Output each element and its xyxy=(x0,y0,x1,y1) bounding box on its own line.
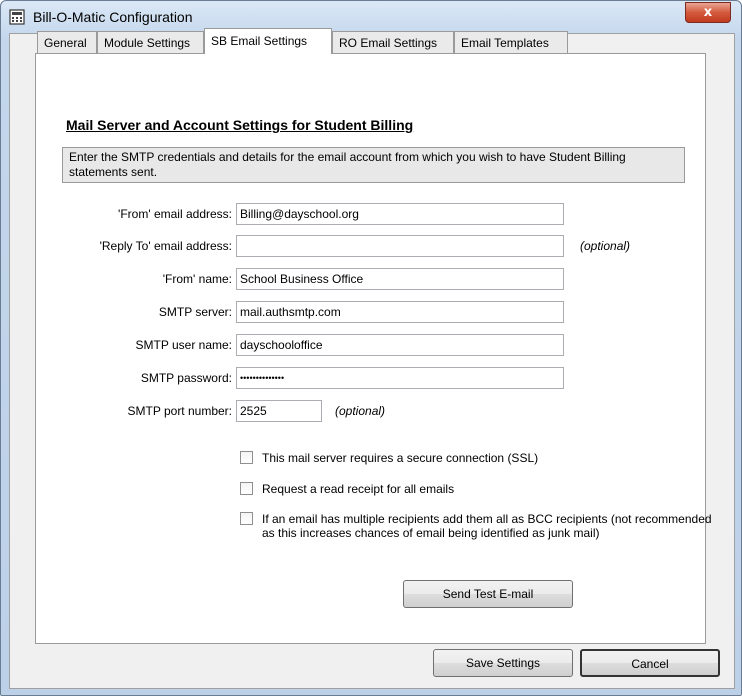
ssl-checkbox[interactable] xyxy=(240,451,253,464)
tab-module-settings[interactable]: Module Settings xyxy=(97,31,204,53)
reply-to-optional-note: (optional) xyxy=(580,239,631,253)
reply-to-label: 'Reply To' email address: xyxy=(99,239,232,253)
tab-sb-email-settings[interactable]: SB Email Settings xyxy=(204,28,332,54)
read-receipt-checkbox-label[interactable]: Request a read receipt for all emails xyxy=(262,482,454,496)
close-button[interactable]: x xyxy=(685,2,731,23)
close-icon: x xyxy=(703,5,713,20)
reply-to-field[interactable] xyxy=(236,235,564,257)
read-receipt-checkbox[interactable] xyxy=(240,482,253,495)
from-name-label: 'From' name: xyxy=(162,272,232,286)
from-email-label: 'From' email address: xyxy=(118,207,232,221)
bcc-checkbox-label[interactable]: If an email has multiple recipients add … xyxy=(262,512,712,540)
smtp-port-optional-note: (optional) xyxy=(335,404,386,418)
smtp-server-label: SMTP server: xyxy=(158,305,232,319)
tab-general[interactable]: General xyxy=(37,31,97,53)
smtp-port-label: SMTP port number: xyxy=(127,404,232,418)
app-icon xyxy=(9,9,25,25)
smtp-server-field[interactable]: mail.authsmtp.com xyxy=(236,301,564,323)
send-test-email-button[interactable]: Send Test E-mail xyxy=(403,580,573,608)
window-title: Bill-O-Matic Configuration xyxy=(33,9,193,25)
section-title: Mail Server and Account Settings for Stu… xyxy=(66,117,414,133)
from-email-field[interactable]: Billing@dayschool.org xyxy=(236,203,564,225)
smtp-port-field[interactable]: 2525 xyxy=(236,400,322,422)
from-name-field[interactable]: School Business Office xyxy=(236,268,564,290)
cancel-button[interactable]: Cancel xyxy=(580,649,720,677)
smtp-password-field[interactable]: •••••••••••••• xyxy=(236,367,564,389)
smtp-user-field[interactable]: dayschooloffice xyxy=(236,334,564,356)
title-bar[interactable]: Bill-O-Matic Configuration x xyxy=(1,1,741,33)
smtp-password-label: SMTP password: xyxy=(140,371,232,385)
info-box: Enter the SMTP credentials and details f… xyxy=(62,147,685,183)
bcc-checkbox[interactable] xyxy=(240,512,253,525)
ssl-checkbox-label[interactable]: This mail server requires a secure conne… xyxy=(262,451,538,465)
tab-ro-email-settings[interactable]: RO Email Settings xyxy=(332,31,454,53)
tab-email-templates[interactable]: Email Templates xyxy=(454,31,568,53)
save-settings-button[interactable]: Save Settings xyxy=(433,649,573,677)
smtp-user-label: SMTP user name: xyxy=(135,338,232,352)
